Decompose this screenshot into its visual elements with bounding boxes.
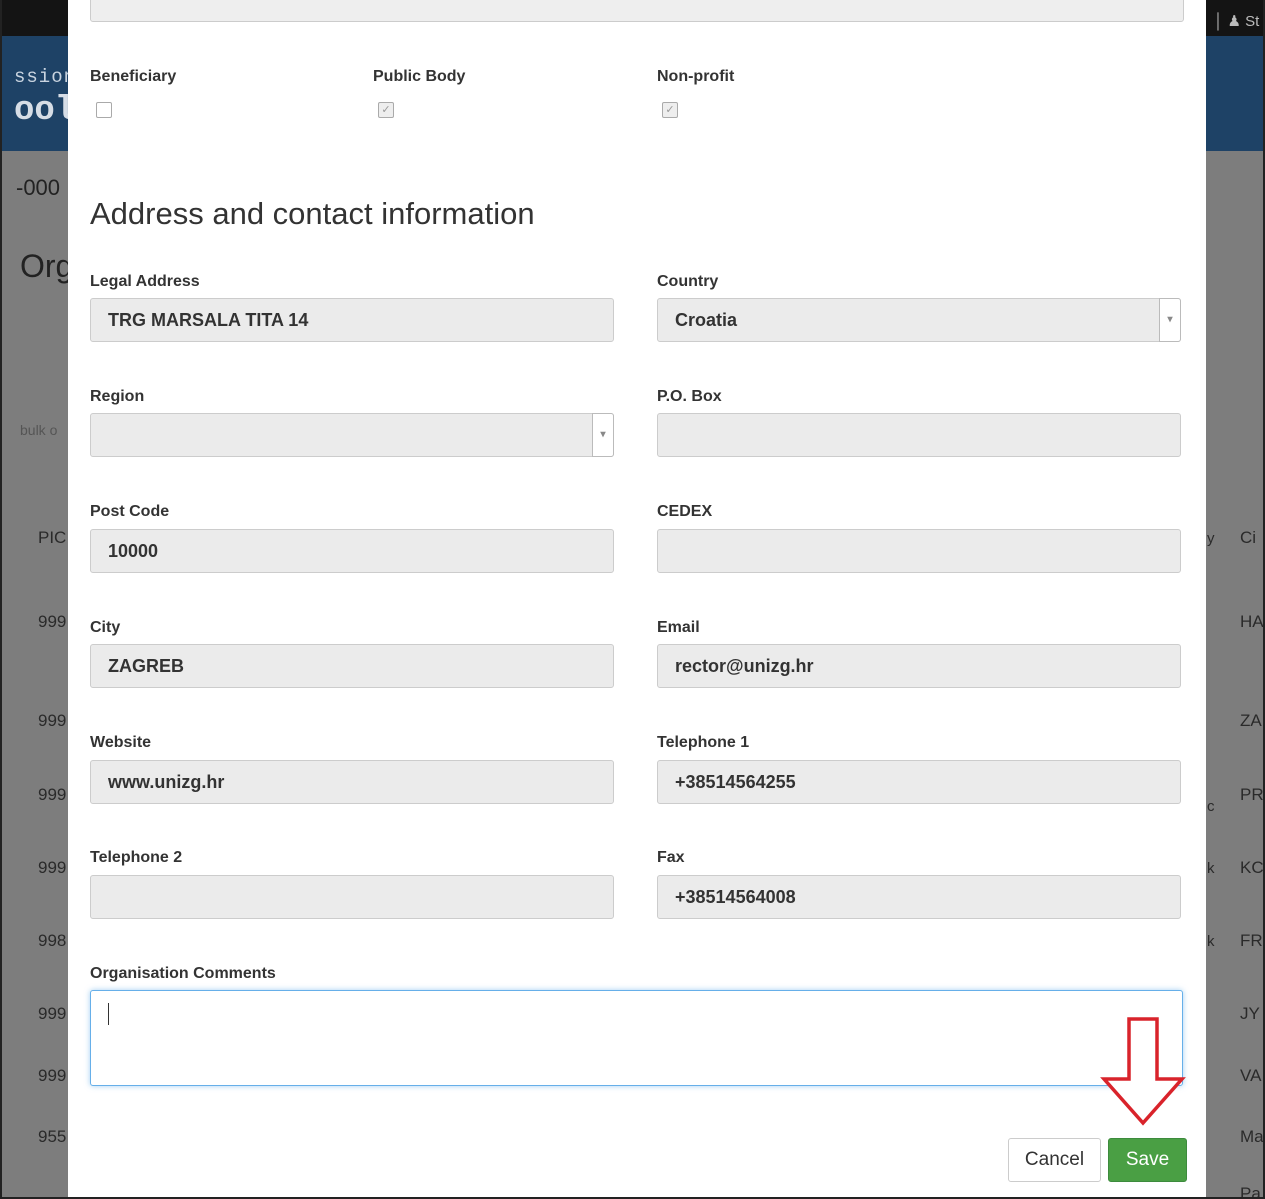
background-cell: 999 <box>38 1004 67 1023</box>
cedex-label: CEDEX <box>657 503 713 520</box>
text-cursor <box>108 1003 109 1025</box>
save-button[interactable]: Save <box>1108 1138 1187 1182</box>
background-cell: 999 <box>38 858 67 877</box>
dropdown-arrow-icon[interactable]: ▾ <box>592 413 614 457</box>
background-cell: y <box>1207 530 1215 547</box>
legal-address-input[interactable]: TRG MARSALA TITA 14 <box>90 298 614 342</box>
background-cell: Ci <box>1240 528 1257 547</box>
background-cell: KC <box>1240 858 1264 877</box>
background-logo-line1: ssion <box>14 66 77 88</box>
website-label: Website <box>90 734 152 751</box>
background-cell: 999 <box>38 785 67 804</box>
fax-label: Fax <box>657 849 685 866</box>
previous-field[interactable] <box>90 0 1184 22</box>
cedex-input[interactable] <box>657 529 1181 573</box>
background-cell: VA <box>1240 1066 1262 1085</box>
background-code: -000 <box>16 175 61 200</box>
po-box-label: P.O. Box <box>657 388 722 405</box>
organisation-edit-modal: Beneficiary Public Body ✓ Non-profit ✓ A… <box>68 0 1206 1197</box>
background-user-menu: │ ♟ St <box>1214 13 1260 30</box>
background-logo-line2: ool <box>14 92 76 130</box>
beneficiary-label: Beneficiary <box>90 68 177 85</box>
background-cell: HA <box>1240 612 1264 631</box>
email-label: Email <box>657 619 700 636</box>
screenshot-frame: │ ♟ St ssion ool -000 Org bulk o PIC 999… <box>0 0 1265 1199</box>
comments-label: Organisation Comments <box>90 965 276 982</box>
public-body-label: Public Body <box>373 68 466 85</box>
background-cell: k <box>1207 860 1215 877</box>
legal-address-label: Legal Address <box>90 273 200 290</box>
email-input[interactable]: rector@unizg.hr <box>657 644 1181 688</box>
post-code-label: Post Code <box>90 503 170 520</box>
telephone-2-label: Telephone 2 <box>90 849 183 866</box>
city-label: City <box>90 619 121 636</box>
city-input[interactable]: ZAGREB <box>90 644 614 688</box>
background-cell: Pa <box>1240 1184 1261 1199</box>
background-cell: k <box>1207 933 1215 950</box>
arrow-down-icon <box>1100 1017 1186 1126</box>
background-cell: 998 <box>38 931 67 950</box>
beneficiary-checkbox[interactable] <box>96 102 112 118</box>
telephone-1-label: Telephone 1 <box>657 734 750 751</box>
dropdown-arrow-icon[interactable]: ▾ <box>1159 298 1181 342</box>
non-profit-label: Non-profit <box>657 68 735 85</box>
background-cell: 999 <box>38 711 67 730</box>
background-cell: 955 <box>38 1127 67 1146</box>
section-title: Address and contact information <box>90 196 535 231</box>
background-cell: PIC <box>38 528 67 547</box>
background-cell: c <box>1207 798 1215 815</box>
telephone-2-input[interactable] <box>90 875 614 919</box>
background-cell: ZA <box>1240 711 1262 730</box>
country-select[interactable]: Croatia ▾ <box>657 298 1181 342</box>
post-code-input[interactable]: 10000 <box>90 529 614 573</box>
background-cell: FR <box>1240 931 1263 950</box>
website-input[interactable]: www.unizg.hr <box>90 760 614 804</box>
region-select[interactable]: ▾ <box>90 413 614 457</box>
background-org-heading: Org <box>20 248 74 284</box>
telephone-1-input[interactable]: +38514564255 <box>657 760 1181 804</box>
region-label: Region <box>90 388 145 405</box>
background-cell: PR <box>1240 785 1264 804</box>
comments-textarea[interactable] <box>90 990 1183 1086</box>
background-cell: 999 <box>38 1066 67 1085</box>
fax-input[interactable]: +38514564008 <box>657 875 1181 919</box>
background-cell: Ma <box>1240 1127 1264 1146</box>
cancel-button[interactable]: Cancel <box>1008 1138 1101 1182</box>
background-cell: JY <box>1240 1004 1260 1023</box>
non-profit-checkbox[interactable]: ✓ <box>662 102 678 118</box>
background-cell: 999 <box>38 612 67 631</box>
country-label: Country <box>657 273 719 290</box>
background-bulk-text: bulk o <box>20 422 58 438</box>
public-body-checkbox[interactable]: ✓ <box>378 102 394 118</box>
country-value: Croatia <box>675 310 738 330</box>
po-box-input[interactable] <box>657 413 1181 457</box>
